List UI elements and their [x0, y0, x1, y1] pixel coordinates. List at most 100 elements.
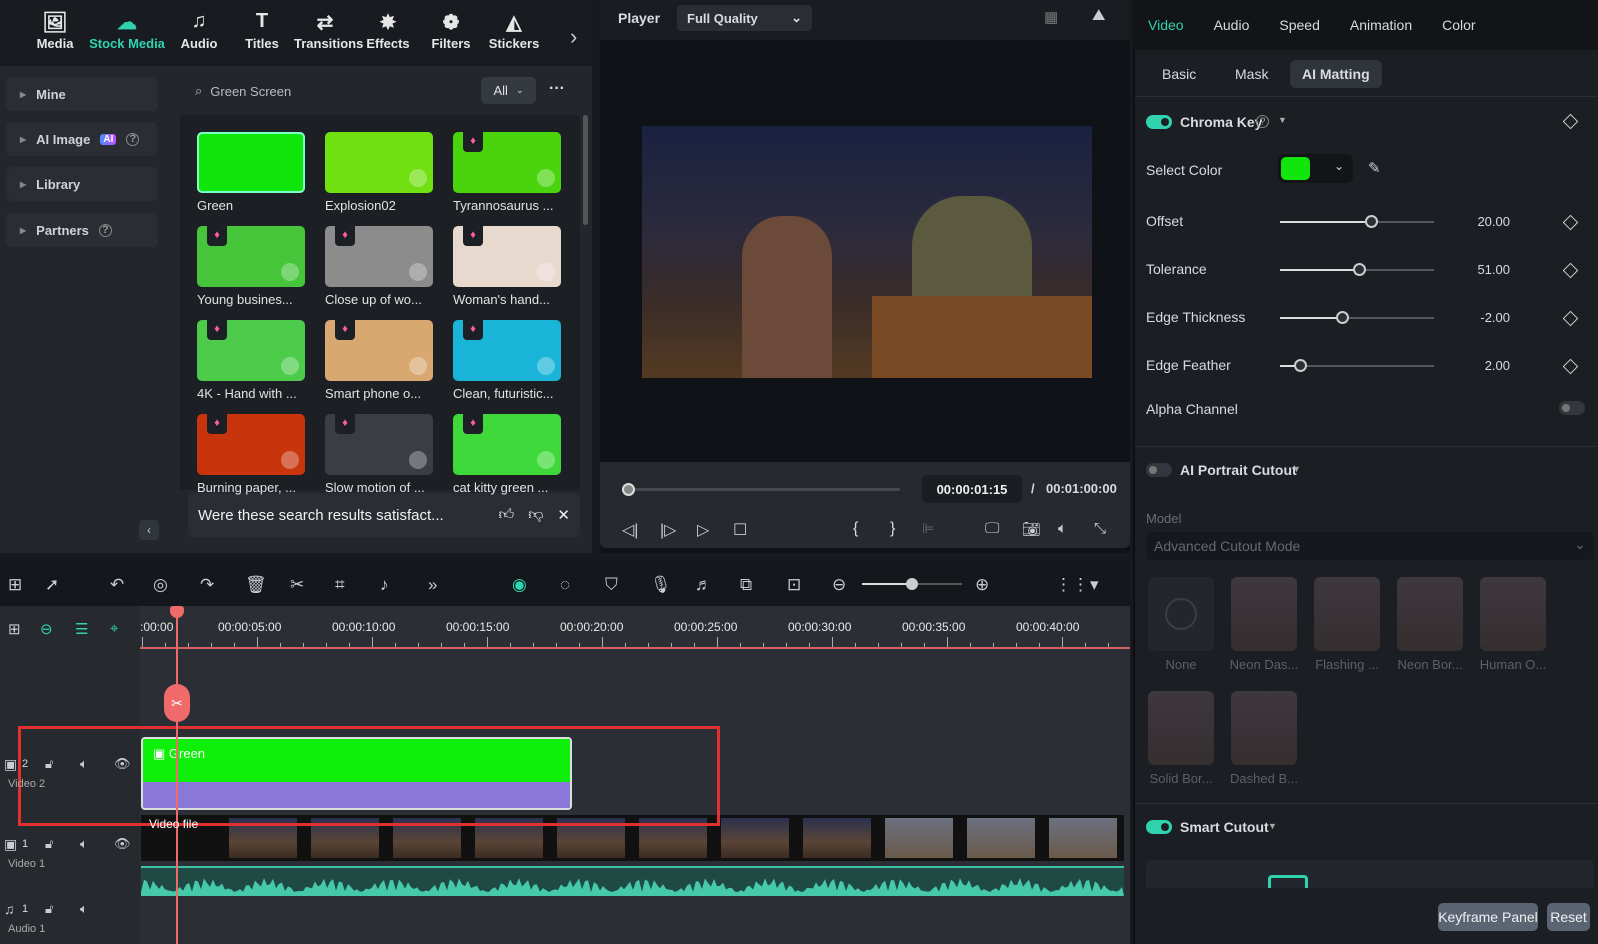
cut-icon[interactable]: ✂: [290, 575, 304, 595]
visibility-eye-icon[interactable]: 👁︎: [114, 836, 131, 852]
nav-audio[interactable]: ♫ Audio: [168, 10, 230, 66]
playhead[interactable]: [176, 606, 178, 944]
collapse-triangle-icon[interactable]: ▼: [1292, 464, 1301, 474]
grid-scrollbar[interactable]: [583, 115, 588, 225]
more-tools-icon[interactable]: »: [428, 575, 437, 595]
download-icon[interactable]: [537, 263, 555, 281]
media-card[interactable]: ♦ Burning paper, ...: [197, 414, 305, 495]
pip-icon[interactable]: ⧉: [740, 575, 752, 595]
smart-cutout-icon[interactable]: [1268, 875, 1308, 888]
tab-speed[interactable]: Speed: [1279, 17, 1319, 33]
nav-transitions[interactable]: ⇄ Transitions: [294, 10, 363, 66]
thumbs-down-icon[interactable]: 👎︎: [528, 506, 543, 524]
chroma-key-toggle[interactable]: [1146, 115, 1172, 129]
tab-animation[interactable]: Animation: [1350, 17, 1412, 33]
slider-knob[interactable]: [1364, 215, 1378, 228]
edge-feather-slider[interactable]: [1280, 359, 1434, 372]
help-icon[interactable]: ?: [98, 223, 112, 237]
play-icon[interactable]: ▷: [697, 520, 709, 540]
collapse-triangle-icon[interactable]: ▼: [1268, 821, 1277, 831]
smart-cutout-toggle[interactable]: [1146, 820, 1172, 834]
previous-frame-icon[interactable]: ◁|: [622, 520, 638, 540]
media-card[interactable]: ♦ 4K - Hand with ...: [197, 320, 305, 401]
nav-more-chevron-icon[interactable]: ›: [570, 24, 577, 50]
audio-split-icon[interactable]: ♪: [380, 575, 389, 595]
nav-stickers[interactable]: ◭ Stickers: [483, 10, 545, 66]
microphone-icon[interactable]: 🎙︎: [650, 575, 672, 595]
snap-icon[interactable]: ⌖: [110, 620, 118, 637]
zoom-slider[interactable]: [862, 578, 962, 590]
music-list-icon[interactable]: ♬: [695, 575, 712, 595]
ai-robot-icon[interactable]: ◉: [512, 575, 527, 595]
sidebar-item-mine[interactable]: ▶ Mine: [6, 77, 158, 111]
download-icon[interactable]: [281, 357, 299, 375]
alpha-channel-toggle[interactable]: [1559, 401, 1585, 415]
marker-icon[interactable]: ⊫: [922, 520, 934, 537]
media-card[interactable]: ♦ Smart phone o...: [325, 320, 433, 401]
filter-dropdown[interactable]: All ⌄: [481, 77, 536, 104]
quality-dropdown[interactable]: Full Quality ⌄: [677, 5, 812, 31]
multi-select-icon[interactable]: ⊞: [8, 575, 22, 595]
tab-audio[interactable]: Audio: [1214, 17, 1250, 33]
stop-icon[interactable]: ☐: [733, 520, 747, 540]
offset-slider[interactable]: [1280, 215, 1434, 228]
download-icon[interactable]: [409, 451, 427, 469]
nav-titles[interactable]: T Titles: [231, 10, 293, 66]
zoom-in-icon[interactable]: ⊕: [975, 575, 989, 595]
media-card[interactable]: ♦ Woman's hand...: [453, 226, 561, 307]
sidebar-item-ai-image[interactable]: ▶ AI Image AI?: [6, 122, 158, 156]
close-icon[interactable]: ✕: [557, 506, 570, 524]
reset-button[interactable]: Reset: [1547, 903, 1590, 931]
nav-filters[interactable]: ❁ Filters: [420, 10, 482, 66]
layout-grid-icon[interactable]: ⋮⋮: [1055, 575, 1089, 595]
split-scissors-icon[interactable]: ✂: [164, 684, 190, 722]
subtab-mask[interactable]: Mask: [1223, 60, 1280, 88]
volume-icon[interactable]: 🔈︎: [1058, 520, 1067, 537]
slider-value[interactable]: 2.00: [1460, 358, 1510, 373]
collapse-triangle-icon[interactable]: ▼: [1278, 115, 1287, 125]
media-card[interactable]: ♦ Clean, futuristic...: [453, 320, 561, 401]
media-card[interactable]: ♦ Tyrannosaurus ...: [453, 132, 561, 213]
grid-view-icon[interactable]: ▦: [1044, 8, 1058, 26]
slider-value[interactable]: 20.00: [1460, 214, 1510, 229]
slider-knob[interactable]: [1294, 359, 1308, 372]
download-icon[interactable]: [281, 263, 299, 281]
eyedropper-icon[interactable]: ✎: [1368, 159, 1381, 177]
media-card[interactable]: Explosion02: [325, 132, 433, 213]
fullscreen-icon[interactable]: ⤡: [1094, 520, 1106, 537]
audio-waveform[interactable]: [141, 866, 1124, 896]
lock-icon[interactable]: 🔓︎: [45, 901, 53, 917]
tab-video[interactable]: Video: [1148, 17, 1184, 33]
slider-value[interactable]: 51.00: [1460, 262, 1510, 277]
link-icon[interactable]: ⊖: [40, 620, 53, 638]
help-icon[interactable]: ?: [1256, 115, 1269, 128]
crop-icon[interactable]: ⌗: [335, 575, 345, 595]
help-icon[interactable]: ?: [126, 132, 140, 146]
mute-icon[interactable]: 🔈︎: [80, 901, 88, 917]
color-picker-dropdown[interactable]: ⌄: [1278, 154, 1353, 183]
slider-knob[interactable]: [1335, 311, 1349, 324]
collapse-sidebar-button[interactable]: ‹: [139, 520, 159, 540]
render-icon[interactable]: ◌: [560, 575, 570, 595]
download-icon[interactable]: [409, 357, 427, 375]
snapshot-camera-icon[interactable]: 📷︎: [1022, 520, 1041, 538]
download-icon[interactable]: [281, 451, 299, 469]
mute-icon[interactable]: 🔈︎: [80, 836, 88, 852]
download-icon[interactable]: [537, 169, 555, 187]
download-icon[interactable]: [409, 169, 427, 187]
sidebar-item-library[interactable]: ▶ Library: [6, 167, 158, 201]
zoom-out-icon[interactable]: ⊖: [832, 575, 846, 595]
more-options-icon[interactable]: ···: [549, 80, 565, 98]
portrait-preset[interactable]: [1231, 691, 1297, 765]
visibility-eye-icon[interactable]: 👁︎: [114, 756, 131, 772]
portrait-preset[interactable]: [1397, 577, 1463, 651]
media-card[interactable]: ♦ Close up of wo...: [325, 226, 433, 307]
slider-knob[interactable]: [1352, 263, 1366, 276]
delete-icon[interactable]: 🗑︎: [245, 575, 267, 595]
add-track-icon[interactable]: ⊞: [8, 620, 21, 638]
ai-portrait-cutout-toggle[interactable]: [1146, 463, 1172, 477]
lock-icon[interactable]: 🔓︎: [45, 836, 53, 852]
mute-icon[interactable]: 🔈︎: [80, 756, 88, 772]
mark-out-icon[interactable]: }: [890, 520, 895, 538]
media-card[interactable]: ♦ cat kitty green ...: [453, 414, 561, 495]
